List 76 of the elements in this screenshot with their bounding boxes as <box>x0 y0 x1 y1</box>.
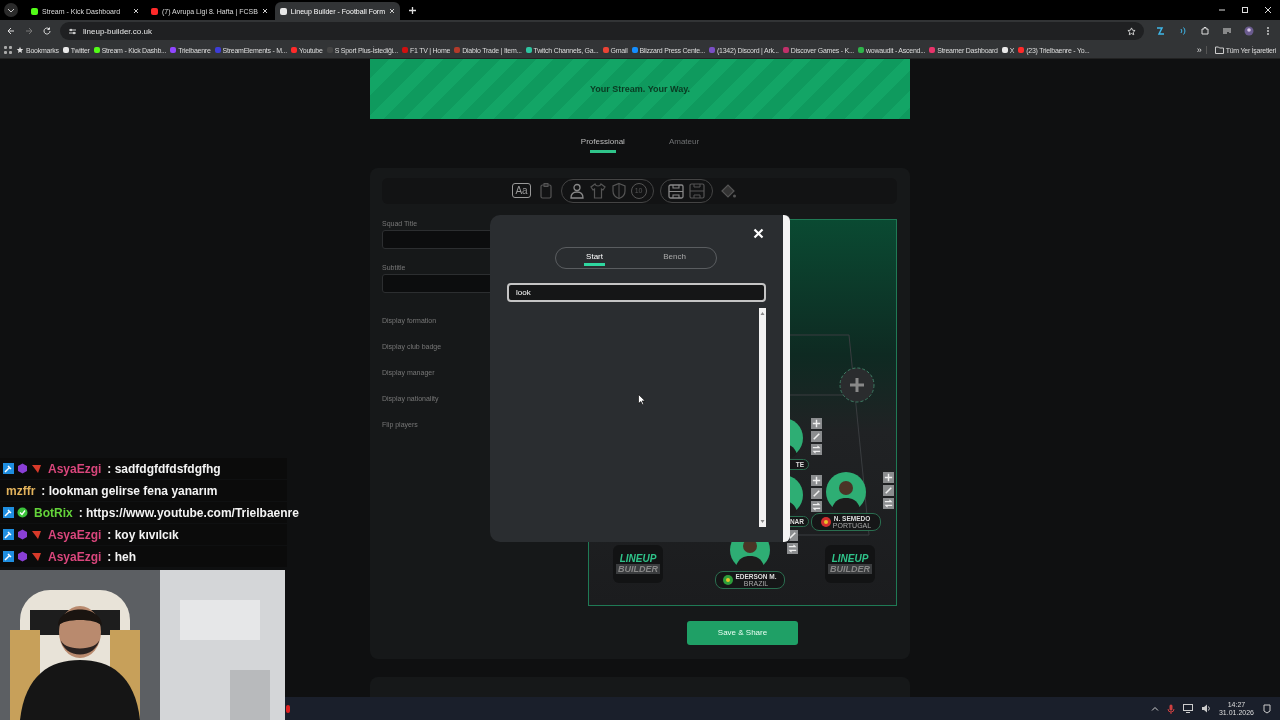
move-icon[interactable] <box>811 417 822 429</box>
chat-text: : koy kıvılcık <box>107 527 179 542</box>
media-icon[interactable] <box>1222 26 1232 36</box>
gem-badge-icon <box>31 529 42 540</box>
close-tab-icon[interactable] <box>389 8 395 14</box>
cube-badge-icon <box>17 551 28 562</box>
menu-icon[interactable] <box>1266 26 1270 36</box>
notification-icon[interactable] <box>1262 703 1272 714</box>
mode-tab[interactable]: Professional <box>578 133 627 154</box>
logo-word: LINEUP <box>619 553 657 565</box>
folder-icon <box>1214 46 1224 54</box>
sword-badge-icon <box>3 551 14 562</box>
close-icon[interactable] <box>1263 5 1273 15</box>
verified-badge-icon <box>17 507 28 518</box>
chat-username: BotRix <box>34 505 73 520</box>
pencil-icon[interactable] <box>811 487 822 499</box>
network-icon[interactable] <box>1182 704 1193 713</box>
back-icon[interactable] <box>6 26 16 36</box>
logo-word: LINEUP <box>831 553 869 565</box>
profile-icon[interactable] <box>1244 26 1254 36</box>
lineup-tab[interactable]: Start <box>584 250 605 266</box>
sword-badge-icon <box>3 529 14 540</box>
pencil-icon[interactable] <box>811 430 822 442</box>
chevron-up-icon[interactable] <box>1150 704 1159 713</box>
more-bookmarks-button[interactable]: » <box>1196 45 1202 55</box>
mode-tab[interactable]: Amateur <box>666 133 702 154</box>
logo-word: BUILDER <box>616 564 660 575</box>
restore-icon[interactable] <box>1240 5 1250 15</box>
apps-icon[interactable] <box>4 46 12 54</box>
microphone-icon[interactable] <box>1166 703 1175 714</box>
search-field[interactable]: look <box>507 283 766 302</box>
move-icon[interactable] <box>811 474 822 486</box>
chat-text: : lookman gelirse fena yanarım <box>41 483 218 498</box>
logo-word: BUILDER <box>828 564 872 575</box>
chat-username: AsyaEzgi <box>48 527 102 542</box>
chat-username: AsyaEzgi <box>48 461 102 476</box>
person-icon[interactable] <box>567 181 586 200</box>
lineup-tab[interactable]: Bench <box>661 250 688 266</box>
pencil-icon[interactable] <box>883 484 894 496</box>
player-avatar[interactable] <box>826 471 866 512</box>
cube-badge-icon <box>17 463 28 474</box>
extension-icon[interactable] <box>1156 26 1166 36</box>
chat-text: : sadfdgfdfdsfdgfhg <box>107 461 221 476</box>
swap-icon[interactable] <box>811 500 822 512</box>
sword-badge-icon <box>3 463 14 474</box>
chat-text: : https://www.youtube.com/Trielbaenre <box>78 505 299 520</box>
list-scrollbar[interactable] <box>759 308 766 527</box>
shield-icon[interactable] <box>609 181 628 200</box>
text-style-icon[interactable]: Aa <box>512 183 531 199</box>
close-tab-icon[interactable] <box>133 8 139 14</box>
forward-icon[interactable] <box>24 26 34 36</box>
reload-icon[interactable] <box>42 26 52 36</box>
chat-username: mzffr <box>6 483 36 498</box>
swap-icon[interactable] <box>787 542 798 554</box>
speaker-icon[interactable] <box>1200 704 1211 713</box>
tab-list-icon[interactable] <box>7 6 15 14</box>
app-icon[interactable] <box>285 703 291 714</box>
empty-slot-icon[interactable] <box>839 366 875 403</box>
chat-username: AsyaEzgi <box>48 549 102 564</box>
gem-badge-icon <box>31 551 42 562</box>
star-icon <box>16 46 24 54</box>
move-icon[interactable] <box>883 471 894 483</box>
close-tab-icon[interactable] <box>261 8 268 14</box>
sword-badge-icon <box>3 507 14 518</box>
formation-icon[interactable] <box>666 181 685 200</box>
swap-icon[interactable] <box>883 497 894 509</box>
mouse-pointer-icon <box>638 394 646 405</box>
shirt-icon[interactable] <box>588 181 607 200</box>
address-bar[interactable]: lineup-builder.co.uk <box>60 22 1144 40</box>
chat-text: : heh <box>107 549 137 564</box>
swap-icon[interactable] <box>811 443 822 455</box>
gem-badge-icon <box>31 463 42 474</box>
sound-icon[interactable] <box>1178 26 1188 36</box>
banner-slogan: Your Stream. Your Way. <box>590 83 690 94</box>
cube-badge-icon <box>17 529 28 540</box>
new-tab-icon[interactable] <box>408 6 417 15</box>
